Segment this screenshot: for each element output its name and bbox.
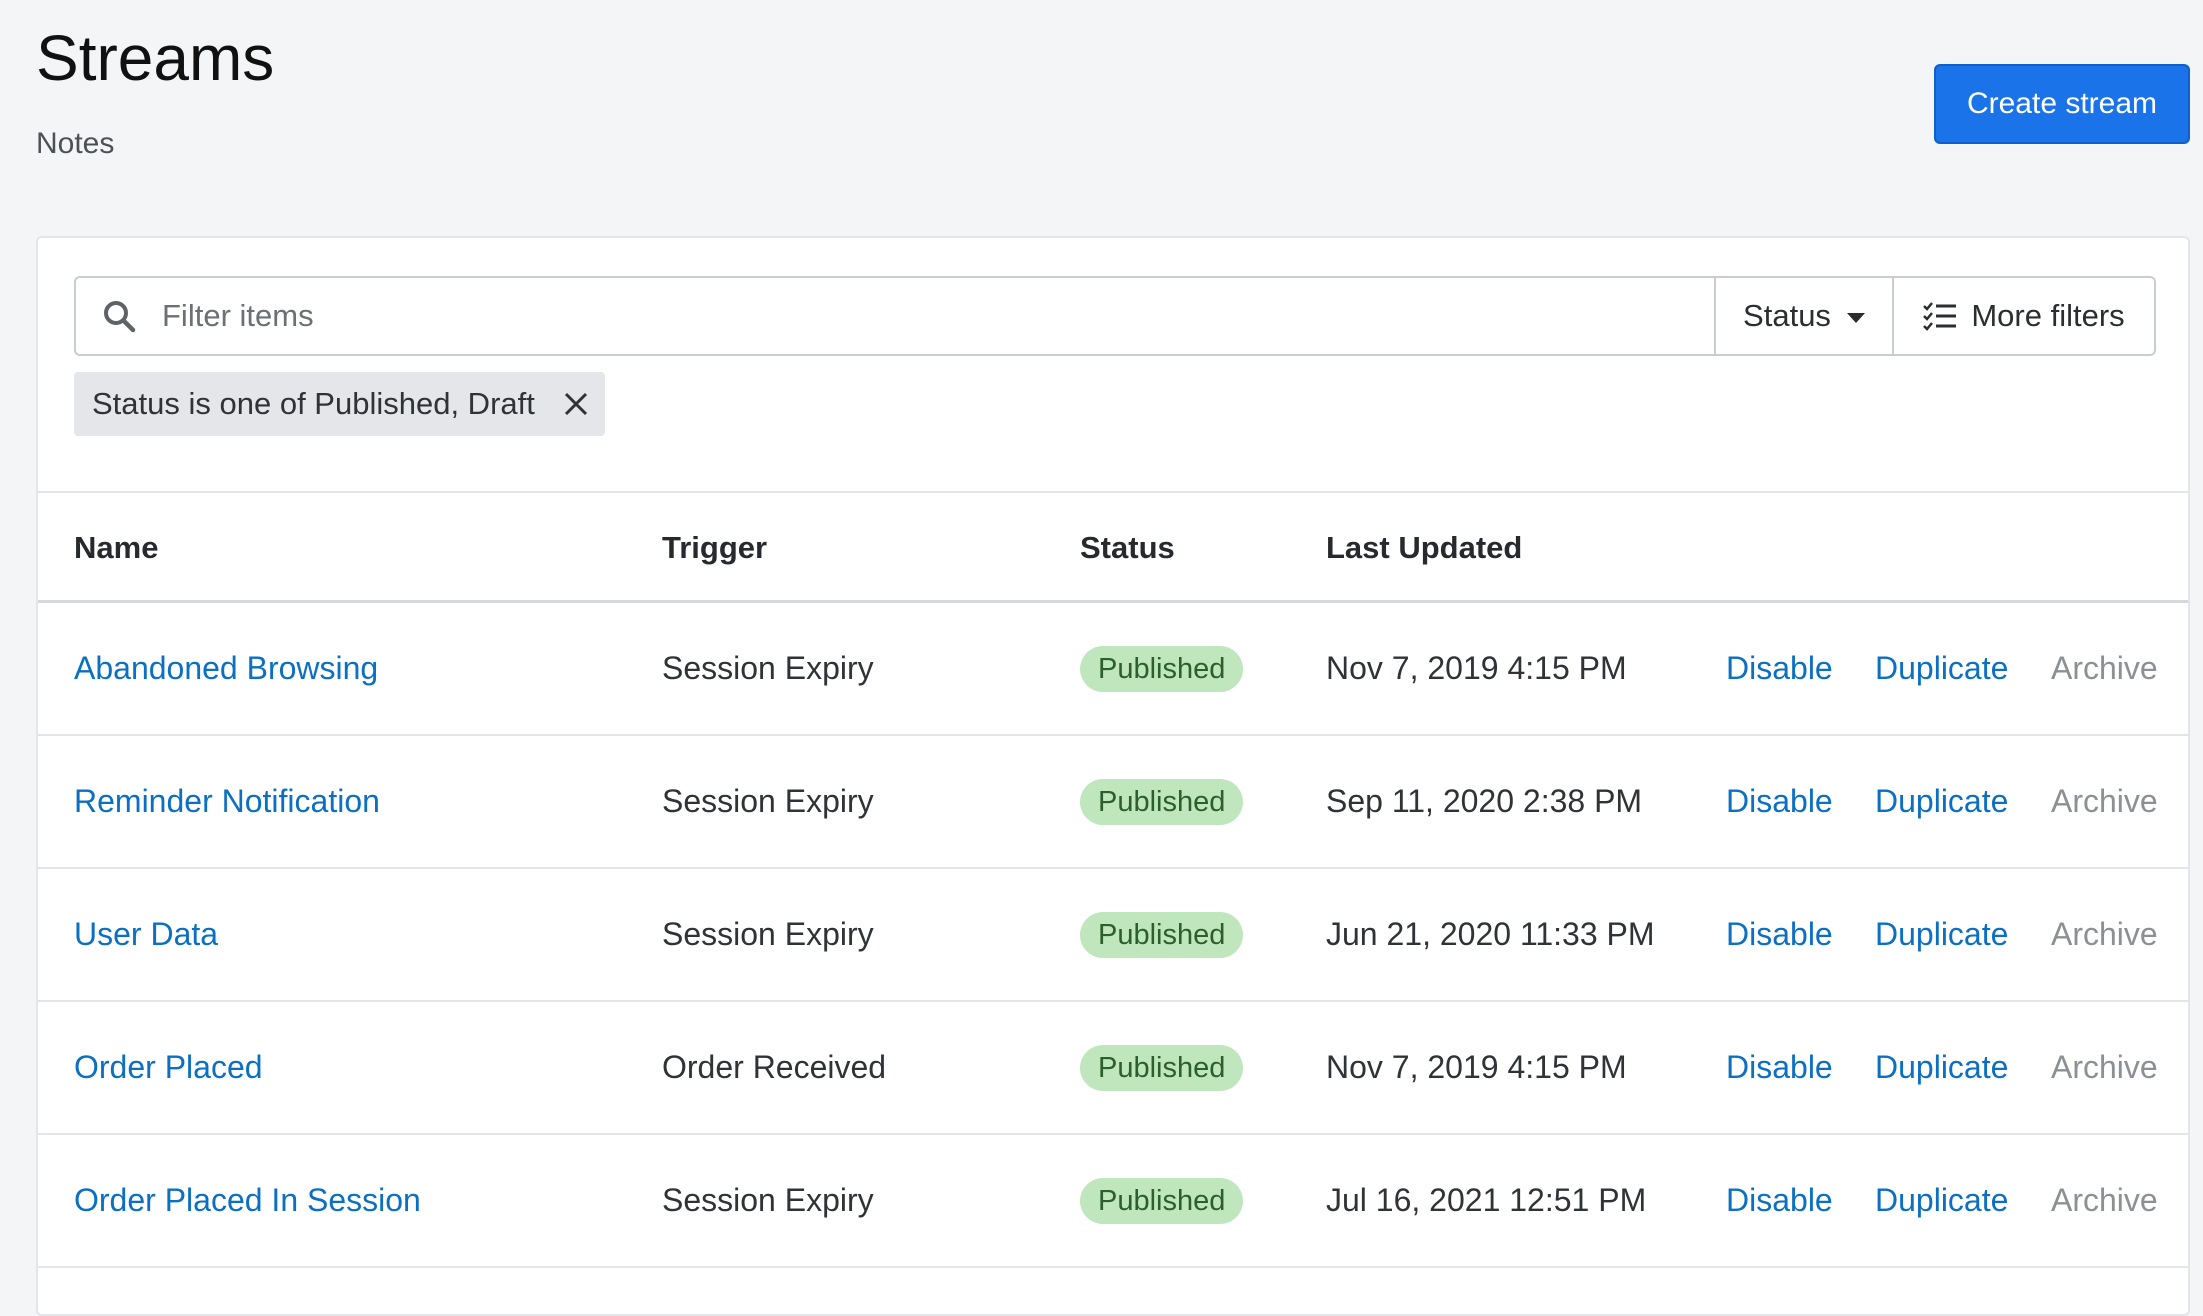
column-header-trigger[interactable]: Trigger	[662, 493, 767, 603]
page-subtitle: Notes	[36, 127, 115, 160]
trigger-cell: Order Received	[662, 1049, 887, 1085]
streams-card: Status More filters Status is one of Pub…	[36, 236, 2190, 1316]
stream-name-link[interactable]: User Data	[74, 869, 218, 1000]
more-filters-label: More filters	[1971, 298, 2125, 333]
archive-link[interactable]: Archive	[2051, 1135, 2158, 1266]
last-updated-cell: Jun 21, 2020 11:33 PM	[1326, 916, 1655, 952]
trigger-cell: Session Expiry	[662, 1182, 874, 1218]
page-header: Streams Notes	[36, 18, 274, 162]
filter-bar: Status More filters	[74, 276, 2156, 356]
search-input[interactable]	[160, 297, 1714, 335]
active-filter-chip: Status is one of Published, Draft	[74, 372, 605, 436]
table-row: Order Placed Order Received Published No…	[38, 1002, 2188, 1135]
stream-name-link[interactable]: Order Placed	[74, 1002, 263, 1133]
status-filter-label: Status	[1743, 298, 1831, 333]
status-badge: Published	[1080, 1178, 1244, 1224]
status-badge: Published	[1080, 912, 1244, 958]
table-header: Name Trigger Status Last Updated	[38, 493, 2188, 603]
checklist-icon	[1923, 302, 1957, 331]
more-filters-button[interactable]: More filters	[1894, 276, 2156, 356]
duplicate-link[interactable]: Duplicate	[1875, 1002, 2008, 1133]
table-row: Reminder Notification Session Expiry Pub…	[38, 736, 2188, 869]
stream-name-link[interactable]: Order Placed In Session	[74, 1135, 421, 1266]
stream-name-link[interactable]: Reminder Notification	[74, 736, 380, 867]
last-updated-cell: Sep 11, 2020 2:38 PM	[1326, 783, 1643, 819]
stream-name-link[interactable]: Abandoned Browsing	[74, 603, 378, 734]
duplicate-link[interactable]: Duplicate	[1875, 1135, 2008, 1266]
status-badge: Published	[1080, 646, 1244, 692]
close-icon[interactable]	[563, 391, 589, 417]
last-updated-cell: Nov 7, 2019 4:15 PM	[1326, 650, 1627, 686]
trigger-cell: Session Expiry	[662, 783, 874, 819]
disable-link[interactable]: Disable	[1726, 1135, 1833, 1266]
archive-link[interactable]: Archive	[2051, 736, 2158, 867]
trigger-cell: Session Expiry	[662, 916, 874, 952]
archive-link[interactable]: Archive	[2051, 869, 2158, 1000]
column-header-name[interactable]: Name	[74, 493, 158, 603]
create-stream-button[interactable]: Create stream	[1934, 64, 2190, 144]
disable-link[interactable]: Disable	[1726, 603, 1833, 734]
duplicate-link[interactable]: Duplicate	[1875, 869, 2008, 1000]
search-box[interactable]	[74, 276, 1714, 356]
column-header-status[interactable]: Status	[1080, 493, 1175, 603]
column-header-last-updated[interactable]: Last Updated	[1326, 493, 1522, 603]
disable-link[interactable]: Disable	[1726, 869, 1833, 1000]
table-row: Abandoned Browsing Session Expiry Publis…	[38, 603, 2188, 736]
trigger-cell: Session Expiry	[662, 650, 874, 686]
disable-link[interactable]: Disable	[1726, 1002, 1833, 1133]
status-badge: Published	[1080, 1045, 1244, 1091]
status-filter-dropdown[interactable]: Status	[1714, 276, 1894, 356]
disable-link[interactable]: Disable	[1726, 736, 1833, 867]
status-badge: Published	[1080, 779, 1244, 825]
last-updated-cell: Jul 16, 2021 12:51 PM	[1326, 1182, 1647, 1218]
page-title: Streams	[36, 22, 275, 94]
archive-link[interactable]: Archive	[2051, 603, 2158, 734]
active-filter-chip-label: Status is one of Published, Draft	[92, 386, 535, 421]
table-row: Order Placed In Session Session Expiry P…	[38, 1135, 2188, 1268]
caret-down-icon	[1846, 313, 1865, 323]
duplicate-link[interactable]: Duplicate	[1875, 736, 2008, 867]
duplicate-link[interactable]: Duplicate	[1875, 603, 2008, 734]
archive-link[interactable]: Archive	[2051, 1002, 2158, 1133]
last-updated-cell: Nov 7, 2019 4:15 PM	[1326, 1049, 1627, 1085]
search-icon	[104, 301, 136, 333]
table-row: User Data Session Expiry Published Jun 2…	[38, 869, 2188, 1002]
streams-table: Name Trigger Status Last Updated Abandon…	[38, 493, 2188, 1268]
